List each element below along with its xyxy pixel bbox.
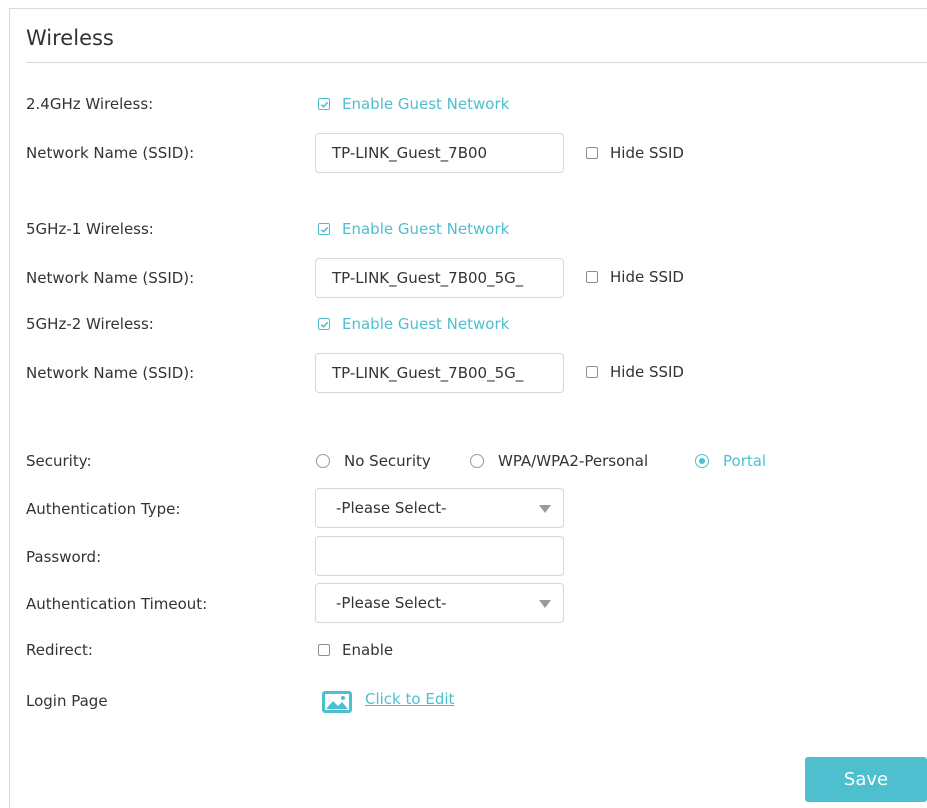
password-label: Password: <box>26 548 102 566</box>
save-button[interactable]: Save <box>805 757 927 802</box>
radio-circle <box>470 454 484 468</box>
page-title: Wireless <box>26 26 114 50</box>
image-icon[interactable] <box>322 691 352 713</box>
hide-ssid-24-checkbox[interactable]: Hide SSID <box>586 144 684 162</box>
radio-circle <box>316 454 330 468</box>
auth-type-select[interactable]: -Please Select- <box>315 488 564 528</box>
check-icon <box>318 318 330 330</box>
enable-guest-5g2-label: Enable Guest Network <box>342 315 510 333</box>
auth-timeout-label: Authentication Timeout: <box>26 595 208 613</box>
wireless-5g1-label: 5GHz-1 Wireless: <box>26 220 154 238</box>
enable-guest-5g1-label: Enable Guest Network <box>342 220 510 238</box>
click-to-edit-link[interactable]: Click to Edit <box>365 690 454 708</box>
check-icon <box>318 98 330 110</box>
redirect-label: Redirect: <box>26 641 93 659</box>
login-page-label: Login Page <box>26 692 108 710</box>
auth-type-label: Authentication Type: <box>26 500 181 518</box>
enable-guest-24-checkbox[interactable]: Enable Guest Network <box>318 95 509 113</box>
security-option-label: WPA/WPA2-Personal <box>498 452 649 470</box>
ssid-5g1-input[interactable]: TP-LINK_Guest_7B00_5G_ <box>315 258 564 298</box>
wireless-5g2-label: 5GHz-2 Wireless: <box>26 315 154 333</box>
ssid-5g2-input[interactable]: TP-LINK_Guest_7B00_5G_ <box>315 353 564 393</box>
auth-timeout-value: -Please Select- <box>336 594 447 612</box>
checkbox-box <box>586 147 598 159</box>
security-option-label: Portal <box>723 452 767 470</box>
security-label: Security: <box>26 452 92 470</box>
ssid-5g2-label: Network Name (SSID): <box>26 364 195 382</box>
enable-guest-5g1-checkbox[interactable]: Enable Guest Network <box>318 220 509 238</box>
wireless-24-label: 2.4GHz Wireless: <box>26 95 154 113</box>
hide-ssid-5g2-checkbox[interactable]: Hide SSID <box>586 363 684 381</box>
password-input[interactable] <box>315 536 564 576</box>
radio-circle <box>695 454 709 468</box>
chevron-down-icon <box>539 600 551 608</box>
redirect-enable-label: Enable <box>342 641 394 659</box>
ssid-5g1-label: Network Name (SSID): <box>26 269 195 287</box>
title-divider <box>26 62 927 63</box>
enable-guest-24-label: Enable Guest Network <box>342 95 510 113</box>
hide-ssid-24-label: Hide SSID <box>610 144 684 162</box>
checkbox-box <box>318 644 330 656</box>
settings-panel <box>9 8 927 808</box>
auth-type-value: -Please Select- <box>336 499 447 517</box>
ssid-24-input[interactable]: TP-LINK_Guest_7B00 <box>315 133 564 173</box>
security-no-security-radio[interactable]: No Security <box>316 452 431 470</box>
security-option-label: No Security <box>344 452 431 470</box>
redirect-enable-checkbox[interactable]: Enable <box>318 641 393 659</box>
checkbox-box <box>586 271 598 283</box>
checkbox-box <box>586 366 598 378</box>
hide-ssid-5g1-label: Hide SSID <box>610 268 684 286</box>
check-icon <box>318 223 330 235</box>
security-wpa-radio[interactable]: WPA/WPA2-Personal <box>470 452 648 470</box>
chevron-down-icon <box>539 505 551 513</box>
ssid-24-label: Network Name (SSID): <box>26 144 195 162</box>
hide-ssid-5g1-checkbox[interactable]: Hide SSID <box>586 268 684 286</box>
auth-timeout-select[interactable]: -Please Select- <box>315 583 564 623</box>
enable-guest-5g2-checkbox[interactable]: Enable Guest Network <box>318 315 509 333</box>
hide-ssid-5g2-label: Hide SSID <box>610 363 684 381</box>
security-portal-radio[interactable]: Portal <box>695 452 766 470</box>
